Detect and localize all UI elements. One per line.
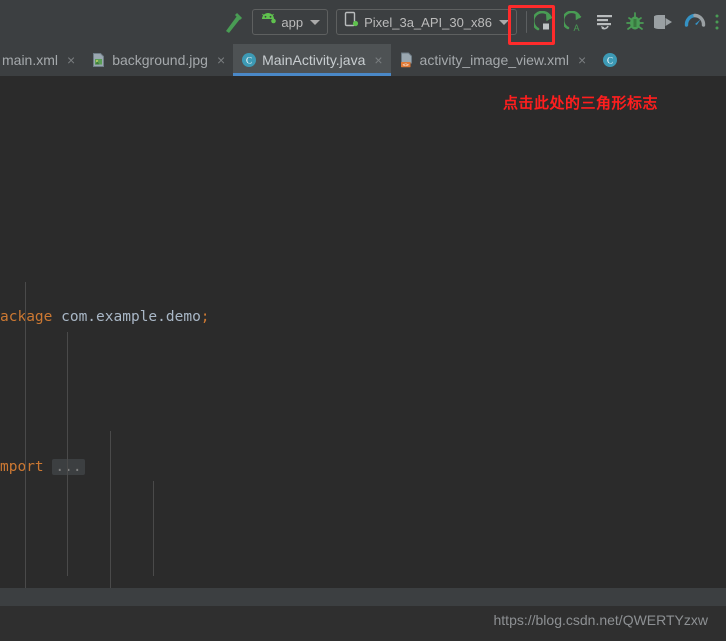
indent-guide (110, 431, 111, 588)
tab-activity-image-view-xml[interactable]: <> activity_image_view.xml × (391, 44, 595, 76)
code-line: mport ... (0, 455, 726, 480)
svg-text:A: A (574, 23, 580, 33)
close-icon[interactable]: × (578, 53, 586, 67)
profiler-gauge-icon[interactable] (680, 7, 710, 37)
status-strip (0, 588, 726, 606)
tab-next-partial[interactable]: C (594, 44, 618, 76)
tab-label: background.jpg (112, 52, 208, 68)
annotation-text: 点击此处的三角形标志 (503, 94, 659, 112)
code-content: ackage com.example.demo; mport ... ublic… (0, 76, 726, 588)
indent-guide (25, 282, 26, 588)
chevron-down-icon[interactable] (310, 19, 321, 25)
watermark-text: https://blog.csdn.net/QWERTYzxw (493, 612, 709, 628)
build-hammer-icon[interactable] (220, 7, 246, 37)
java-class-icon: C (602, 52, 618, 68)
android-xml-icon: <> (399, 52, 415, 68)
android-robot-icon (259, 12, 277, 33)
android-studio-window: app Pixel_3a_API_30_x86 A main.xml × bac… (0, 0, 726, 641)
svg-text:C: C (246, 56, 252, 66)
device-label: Pixel_3a_API_30_x86 (364, 14, 492, 30)
tab-main-xml[interactable]: main.xml × (0, 44, 83, 76)
debug-bug-icon[interactable] (620, 7, 650, 37)
tab-background-jpg[interactable]: background.jpg × (83, 44, 233, 76)
code-editor[interactable]: ackage com.example.demo; mport ... ublic… (0, 76, 726, 588)
code-line: ackage com.example.demo; (0, 309, 210, 325)
more-vertical-icon[interactable] (710, 7, 724, 37)
run-configuration-selector[interactable]: app (252, 9, 329, 35)
chevron-down-icon[interactable] (499, 19, 509, 25)
apply-changes-button[interactable]: A (560, 7, 590, 37)
apply-code-changes-button[interactable] (590, 7, 620, 37)
close-icon[interactable]: × (374, 53, 382, 67)
close-icon[interactable]: × (67, 53, 75, 67)
device-selector[interactable]: Pixel_3a_API_30_x86 (336, 9, 517, 35)
toolbar-separator (526, 11, 527, 33)
editor-tab-bar: main.xml × background.jpg × C MainActivi… (0, 44, 726, 76)
svg-text:C: C (607, 56, 613, 66)
run-button[interactable] (530, 7, 560, 37)
tab-label: main.xml (2, 52, 59, 68)
android-device-icon (343, 11, 360, 33)
tab-label: MainActivity.java (262, 52, 366, 68)
indent-guide (67, 332, 68, 576)
java-class-icon: C (241, 52, 257, 68)
attach-debugger-icon[interactable] (650, 7, 680, 37)
main-toolbar: app Pixel_3a_API_30_x86 A (0, 0, 726, 44)
run-configuration-label: app (281, 14, 304, 30)
svg-text:<>: <> (402, 62, 409, 68)
indent-guide (153, 481, 154, 576)
tab-mainactivity-java[interactable]: C MainActivity.java × (233, 44, 391, 76)
image-file-icon (91, 52, 107, 68)
tab-label: activity_image_view.xml (419, 52, 569, 68)
close-icon[interactable]: × (217, 53, 225, 67)
